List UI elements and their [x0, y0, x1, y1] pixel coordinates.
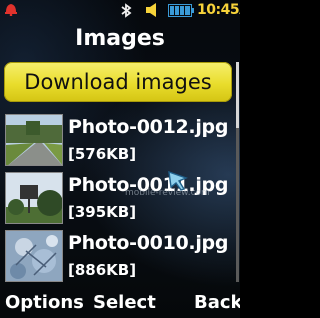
battery-icon	[168, 4, 194, 17]
alarm-icon	[5, 4, 17, 16]
list-item[interactable]: Photo-0012.jpg [576KB]	[0, 114, 236, 170]
watermark: mobile-review.com	[125, 188, 210, 198]
options-softkey[interactable]: Options	[5, 292, 84, 313]
photo-thumbnail	[6, 231, 62, 281]
file-size: [576KB]	[68, 145, 137, 163]
photo-thumbnail	[6, 115, 62, 165]
thumbnail-image	[5, 172, 63, 224]
volume-icon	[146, 3, 156, 17]
file-name: Photo-0012.jpg	[68, 116, 229, 138]
softkey-bar: Options Select Back	[0, 290, 240, 318]
file-name: Photo-0010.jpg	[68, 232, 229, 254]
thumbnail-image	[5, 114, 63, 166]
file-size: [886KB]	[68, 261, 137, 279]
download-images-label: Download images	[24, 70, 212, 94]
bluetooth-icon	[121, 3, 132, 18]
photo-thumbnail	[6, 173, 62, 223]
list-item[interactable]: Photo-0011.jpg [395KB]	[0, 172, 236, 228]
clock: 10:45AM	[197, 2, 240, 18]
select-softkey[interactable]: Select	[93, 292, 156, 313]
screen: 10:45AM Images Download images Photo-001…	[0, 0, 240, 318]
scrollbar[interactable]	[236, 62, 239, 282]
scrollbar-thumb[interactable]	[236, 62, 239, 128]
download-images-button[interactable]: Download images	[4, 62, 232, 102]
list-item[interactable]: Photo-0010.jpg [886KB]	[0, 230, 236, 286]
page-title: Images	[75, 26, 165, 51]
thumbnail-image	[5, 230, 63, 282]
back-softkey[interactable]: Back	[194, 292, 240, 313]
status-bar: 10:45AM	[0, 0, 240, 24]
file-size: [395KB]	[68, 203, 137, 221]
